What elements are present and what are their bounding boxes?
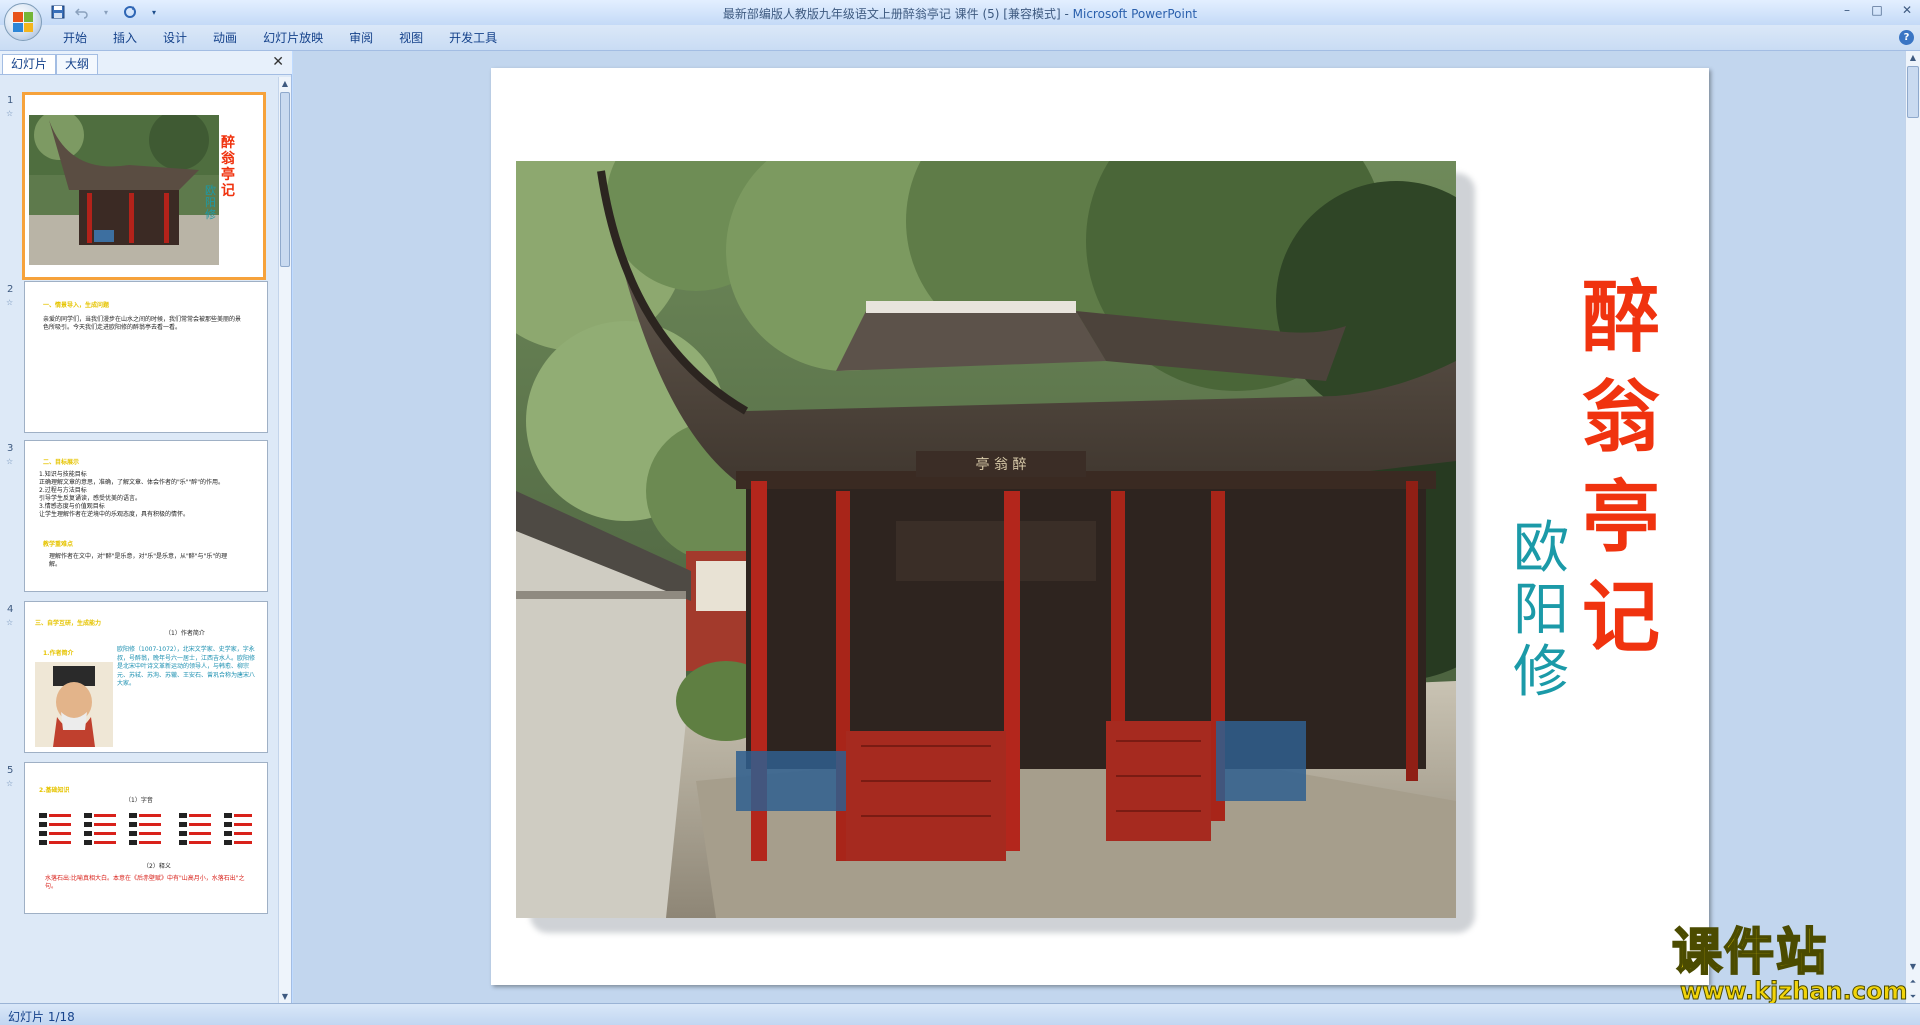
watermark-url: www.kjzhan.com [1680, 977, 1908, 1005]
slide-title[interactable]: 醉翁亭记 [1571, 268, 1671, 668]
window-controls: – □ ✕ [1838, 2, 1916, 18]
thumb-heading: 2.基础知识 [39, 787, 70, 794]
pavilion-photo[interactable]: 亭 翁 醉 [516, 161, 1456, 918]
thumb-label: 1.作者简介 [43, 650, 74, 657]
tab-slides[interactable]: 幻灯片 [2, 54, 57, 74]
close-button[interactable]: ✕ [1898, 2, 1916, 18]
window-title: 最新部编版人教版九年级语文上册醉翁亭记 课件 (5) [兼容模式] - Micr… [722, 7, 1198, 21]
animation-star-icon: ☆ [6, 779, 14, 788]
scrollbar-thumb[interactable] [280, 92, 290, 267]
svg-text:亭 翁 醉: 亭 翁 醉 [976, 456, 1027, 473]
restore-button[interactable]: □ [1868, 2, 1886, 18]
scroll-up-icon[interactable]: ▲ [279, 77, 291, 90]
slide-number: 5 [7, 765, 14, 776]
pavilion-image: 亭 翁 醉 [516, 161, 1456, 918]
slide-number: 4 [7, 604, 14, 615]
thumb-body: 亲爱的同学们，当我们漫步在山水之间的时候，我们常常会被那些美丽的景色所吸引。今天… [43, 316, 242, 331]
scroll-down-icon[interactable]: ▼ [1907, 960, 1919, 973]
tab-design[interactable]: 设计 [150, 29, 200, 47]
watermark-text: 课件站 [1671, 923, 1828, 981]
pavilion-thumb-image [29, 115, 219, 265]
panel-tabs: 幻灯片 大纲 ✕ [0, 51, 292, 75]
slide-thumbnail-1[interactable]: 醉翁亭记 欧阳修 [22, 92, 266, 280]
thumbnail-scrollbar[interactable]: ▲ ▼ [278, 77, 291, 1003]
thumb-lines: 1.知识与技能目标 正确理解文章的意思，准确，了解文章、体会作者的"乐""醉"的… [39, 471, 225, 518]
thumb-subheading: （1）字音 [125, 797, 153, 804]
slide-thumbnail-5[interactable]: 2.基础知识 （1）字音 （2）释义 水落石出:比喻真相大白。本意在《后赤壁赋》… [24, 762, 268, 914]
photo-frame: 亭 翁 醉 [516, 161, 1475, 933]
thumb-subbody: 理解作者在文中，对"醉"是乐意，对"乐"是乐意，从"醉"与"乐"的理解。 [49, 553, 228, 568]
pinyin-table-graphic [39, 813, 252, 845]
thumb-heading: 一、情景导入，生成问题 [43, 302, 110, 309]
slide-thumbnail-4[interactable]: 三、自学互研，生成能力 （1）作者简介 1.作者简介 欧阳修（1007-1072… [24, 601, 268, 753]
tab-insert[interactable]: 插入 [100, 29, 150, 47]
tab-animation[interactable]: 动画 [200, 29, 250, 47]
animation-star-icon: ☆ [6, 457, 14, 466]
tab-review[interactable]: 审阅 [336, 29, 386, 47]
slides-panel: 幻灯片 大纲 ✕ 1 ☆ 醉翁亭记 欧阳修 2 ☆ 一、情景导入，生成问题 亲爱… [0, 51, 292, 1003]
help-icon[interactable]: ? [1899, 30, 1914, 45]
slide-thumbnail-3[interactable]: 二、目标展示 1.知识与技能目标 正确理解文章的意思，准确，了解文章、体会作者的… [24, 440, 268, 592]
slide-number: 1 [7, 95, 14, 106]
ribbon-tabs: 开始 插入 设计 动画 幻灯片放映 审阅 视图 开发工具 [50, 29, 510, 47]
tab-view[interactable]: 视图 [386, 29, 436, 47]
tab-home[interactable]: 开始 [50, 29, 100, 47]
scrollbar-thumb[interactable] [1907, 66, 1919, 118]
thumb-subheading: （1）作者简介 [165, 630, 205, 637]
slide-editor: 亭 翁 醉 醉翁亭记 欧阳修 [293, 51, 1905, 1003]
next-slide-icon[interactable]: ⏷ [1907, 990, 1919, 1003]
watermark-logo: 课件站 www.kjzhan.com [1671, 923, 1908, 1007]
thumb-author: 欧阳修 [205, 184, 216, 221]
tab-slideshow[interactable]: 幻灯片放映 [250, 29, 336, 47]
slide-number: 3 [7, 443, 14, 454]
thumb-heading: 三、自学互研，生成能力 [35, 620, 102, 627]
office-logo-icon [13, 12, 33, 32]
title-bar: ▾ ▾ 最新部编版人教版九年级语文上册醉翁亭记 课件 (5) [兼容模式] - … [0, 0, 1920, 25]
thumb-body: 欧阳修（1007-1072），北宋文学家、史学家，字永叔，号醉翁，晚年号六一居士… [117, 646, 256, 687]
thumb-heading: 二、目标展示 [43, 459, 80, 466]
minimize-button[interactable]: – [1838, 2, 1856, 18]
animation-star-icon: ☆ [6, 109, 14, 118]
slide-thumbnail-2[interactable]: 一、情景导入，生成问题 亲爱的同学们，当我们漫步在山水之间的时候，我们常常会被那… [24, 281, 268, 433]
tab-developer[interactable]: 开发工具 [436, 29, 510, 47]
previous-slide-icon[interactable]: ⏶ [1907, 975, 1919, 988]
ribbon: 开始 插入 设计 动画 幻灯片放映 审阅 视图 开发工具 ? [0, 25, 1920, 51]
slide-author[interactable]: 欧阳修 [1501, 518, 1581, 704]
animation-star-icon: ☆ [6, 298, 14, 307]
portrait-thumb-image [35, 662, 113, 747]
tab-outline[interactable]: 大纲 [56, 54, 99, 74]
thumb-subheading-2: （2）释义 [143, 863, 171, 870]
scroll-up-icon[interactable]: ▲ [1907, 51, 1919, 64]
current-slide[interactable]: 亭 翁 醉 醉翁亭记 欧阳修 [491, 68, 1709, 985]
status-bar: 幻灯片 1/18 [0, 1003, 1920, 1025]
thumb-title: 醉翁亭记 [221, 135, 235, 199]
slide-number: 2 [7, 284, 14, 295]
thumbnail-list: 1 ☆ 醉翁亭记 欧阳修 2 ☆ 一、情景导入，生成问题 亲爱的同学们，当我们漫… [0, 77, 278, 1003]
slide-counter: 幻灯片 1/18 [8, 1010, 75, 1024]
animation-star-icon: ☆ [6, 618, 14, 627]
panel-close-icon[interactable]: ✕ [272, 54, 284, 70]
scroll-down-icon[interactable]: ▼ [279, 990, 291, 1003]
slide-scrollbar[interactable]: ▲ ▼ ⏶ ⏷ [1905, 51, 1920, 1003]
thumb-body: 水落石出:比喻真相大白。本意在《后赤壁赋》中有"山高月小，水落石出"之句。 [45, 875, 245, 890]
office-button[interactable] [4, 3, 42, 41]
thumb-subheading: 教学重难点 [43, 541, 74, 548]
